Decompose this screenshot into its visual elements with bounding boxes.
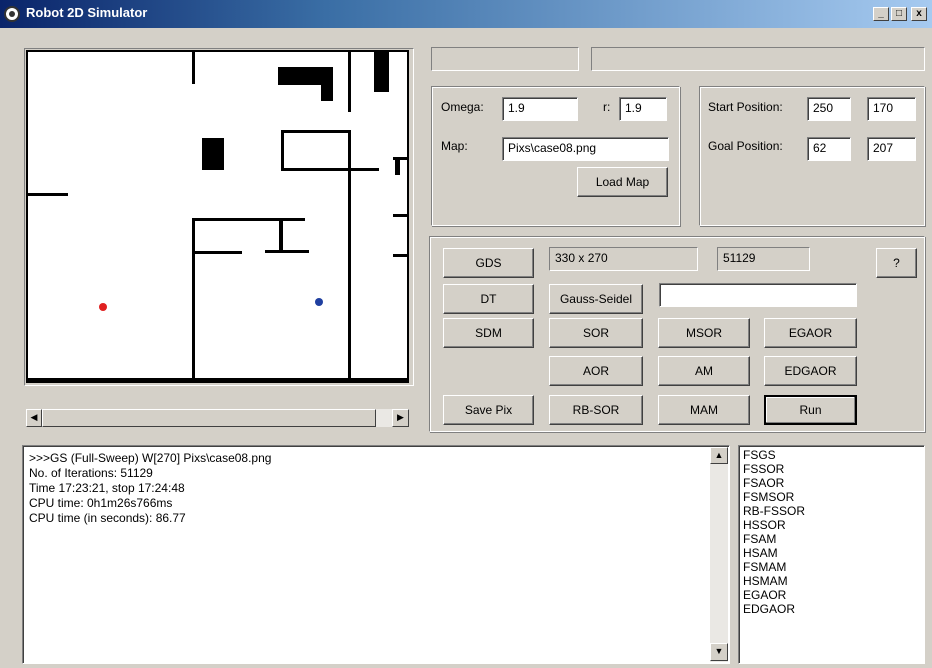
wall <box>393 214 407 217</box>
dt-button[interactable]: DT <box>443 284 534 314</box>
close-button[interactable]: x <box>911 7 927 21</box>
status-field-2 <box>591 47 925 71</box>
goal-position-marker <box>315 298 323 306</box>
method-list-item[interactable]: EGAOR <box>743 588 805 602</box>
wall <box>28 378 407 381</box>
methods-list: FSGS FSSOR FSAOR FSMSOR RB-FSSOR HSSOR FSAM HSA… <box>743 448 805 616</box>
rb-sor-button[interactable]: RB-SOR <box>549 395 643 425</box>
wall <box>393 254 407 257</box>
map-label: Map: <box>441 139 468 153</box>
gds-button[interactable]: GDS <box>443 248 534 278</box>
log-vertical-scrollbar[interactable]: ▲ ▼ <box>710 447 728 662</box>
methods-listbox[interactable]: FSGS FSSOR FSAOR FSMSOR RB-FSSOR HSSOR FSAM HSA… <box>738 445 925 664</box>
minimize-button[interactable]: _ <box>873 7 889 21</box>
scroll-right-arrow-icon[interactable]: ▶ <box>392 409 409 427</box>
output-log[interactable]: >>>GS (Full-Sweep) W[270] Pixs\case08.pn… <box>22 445 730 664</box>
maximize-button[interactable]: □ <box>891 7 907 21</box>
method-list-item[interactable]: HSAM <box>743 546 805 560</box>
goal-position-label: Goal Position: <box>708 139 783 153</box>
log-line: CPU time (in seconds): 86.77 <box>29 511 186 525</box>
log-lines: >>>GS (Full-Sweep) W[270] Pixs\case08.pn… <box>29 451 271 526</box>
wall <box>265 250 309 253</box>
aor-button[interactable]: AOR <box>549 356 643 386</box>
method-list-item[interactable]: FSMAM <box>743 560 805 574</box>
log-line: CPU time: 0h1m26s766ms <box>29 496 173 510</box>
sor-button[interactable]: SOR <box>549 318 643 348</box>
window-title: Robot 2D Simulator <box>26 5 148 20</box>
scroll-up-arrow-icon[interactable]: ▲ <box>710 447 728 464</box>
title-bar: Robot 2D Simulator _ □ x <box>0 0 932 28</box>
scroll-left-arrow-icon[interactable]: ◀ <box>26 409 42 427</box>
log-line: >>>GS (Full-Sweep) W[270] Pixs\case08.pn… <box>29 451 272 465</box>
omega-input[interactable]: 1.9 <box>502 97 578 121</box>
scroll-down-arrow-icon[interactable]: ▼ <box>710 643 728 661</box>
wall <box>28 193 68 196</box>
method-name-input[interactable] <box>659 283 857 307</box>
omega-label: Omega: <box>441 100 484 114</box>
wall <box>374 52 389 92</box>
wall <box>192 251 242 254</box>
goal-x-input[interactable]: 62 <box>807 137 851 161</box>
gauss-seidel-button[interactable]: Gauss-Seidel <box>549 284 643 314</box>
wall <box>281 130 284 170</box>
method-list-item[interactable]: FSGS <box>743 448 805 462</box>
method-list-item[interactable]: RB-FSSOR <box>743 504 805 518</box>
mam-button[interactable]: MAM <box>658 395 750 425</box>
wall <box>192 52 195 84</box>
goal-y-input[interactable]: 207 <box>867 137 916 161</box>
scroll-thumb[interactable] <box>42 409 376 427</box>
log-line: No. of Iterations: 51129 <box>29 466 153 480</box>
wall <box>348 52 351 112</box>
wall <box>202 138 224 170</box>
start-position-label: Start Position: <box>708 100 783 114</box>
robot-app-icon <box>4 6 20 22</box>
sdm-button[interactable]: SDM <box>443 318 534 348</box>
egaor-button[interactable]: EGAOR <box>764 318 857 348</box>
save-pix-button[interactable]: Save Pix <box>443 395 534 425</box>
method-list-item[interactable]: FSAM <box>743 532 805 546</box>
msor-button[interactable]: MSOR <box>658 318 750 348</box>
parameters-group: Omega: 1.9 r: 1.9 Map: Pixs\case08.png L… <box>431 86 680 226</box>
method-list-item[interactable]: FSSOR <box>743 462 805 476</box>
r-label: r: <box>603 100 611 114</box>
method-list-item[interactable]: FSMSOR <box>743 490 805 504</box>
wall <box>281 130 351 133</box>
grid-size-field: 330 x 270 <box>549 247 698 271</box>
method-list-item[interactable]: EDGAOR <box>743 602 805 616</box>
r-input[interactable]: 1.9 <box>619 97 667 121</box>
map-horizontal-scrollbar[interactable]: ◀ ▶ <box>26 409 409 427</box>
map-path-input[interactable]: Pixs\case08.png <box>502 137 669 161</box>
iterations-field: 51129 <box>717 247 810 271</box>
log-line: Time 17:23:21, stop 17:24:48 <box>29 481 185 495</box>
wall <box>321 67 333 101</box>
status-field-1 <box>431 47 579 71</box>
wall <box>192 218 305 221</box>
start-y-input[interactable]: 170 <box>867 97 916 121</box>
wall <box>279 218 283 253</box>
am-button[interactable]: AM <box>658 356 750 386</box>
help-button[interactable]: ? <box>876 248 917 278</box>
start-x-input[interactable]: 250 <box>807 97 851 121</box>
edgaor-button[interactable]: EDGAOR <box>764 356 857 386</box>
load-map-button[interactable]: Load Map <box>577 167 668 197</box>
wall <box>192 218 195 381</box>
method-list-item[interactable]: FSAOR <box>743 476 805 490</box>
wall <box>281 168 379 171</box>
start-position-marker <box>99 303 107 311</box>
positions-group: Start Position: 250 170 Goal Position: 6… <box>699 86 925 226</box>
wall <box>395 157 400 175</box>
method-list-item[interactable]: HSSOR <box>743 518 805 532</box>
run-button[interactable]: Run <box>764 395 857 425</box>
map-canvas[interactable] <box>26 50 409 383</box>
method-list-item[interactable]: HSMAM <box>743 574 805 588</box>
